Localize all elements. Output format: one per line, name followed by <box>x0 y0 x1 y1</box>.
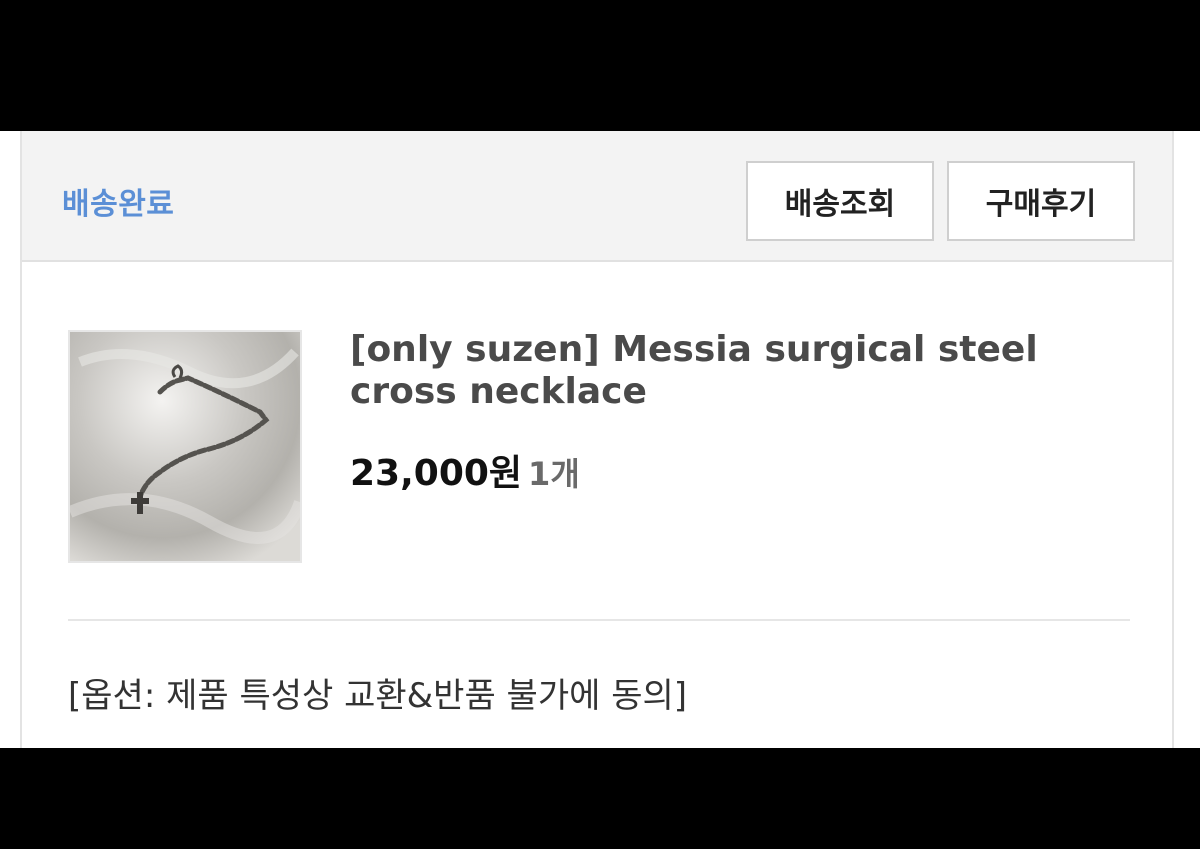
product-option-text: [옵션: 제품 특성상 교환&반품 불가에 동의] <box>68 676 688 716</box>
product-quantity: 1개 <box>528 455 580 493</box>
letterbox-top <box>0 0 1200 131</box>
track-delivery-button[interactable]: 배송조회 <box>746 161 934 241</box>
order-card-inner: 배송완료 배송조회 구매후기 [only suzen] Messia surgi… <box>20 131 1174 748</box>
price-row: 23,000원 1개 <box>350 444 580 496</box>
delivery-status-label: 배송완료 <box>62 187 175 222</box>
order-header: 배송완료 배송조회 구매후기 <box>22 131 1172 262</box>
letterbox-bottom <box>0 748 1200 849</box>
order-card: 배송완료 배송조회 구매후기 [only suzen] Messia surgi… <box>0 131 1200 748</box>
write-review-button[interactable]: 구매후기 <box>947 161 1135 241</box>
divider <box>68 619 1130 621</box>
product-name[interactable]: [only suzen] Messia surgical steel cross… <box>350 329 1110 413</box>
product-price: 23,000원 <box>350 453 523 494</box>
necklace-photo-icon <box>70 332 300 561</box>
product-image[interactable] <box>68 330 302 563</box>
